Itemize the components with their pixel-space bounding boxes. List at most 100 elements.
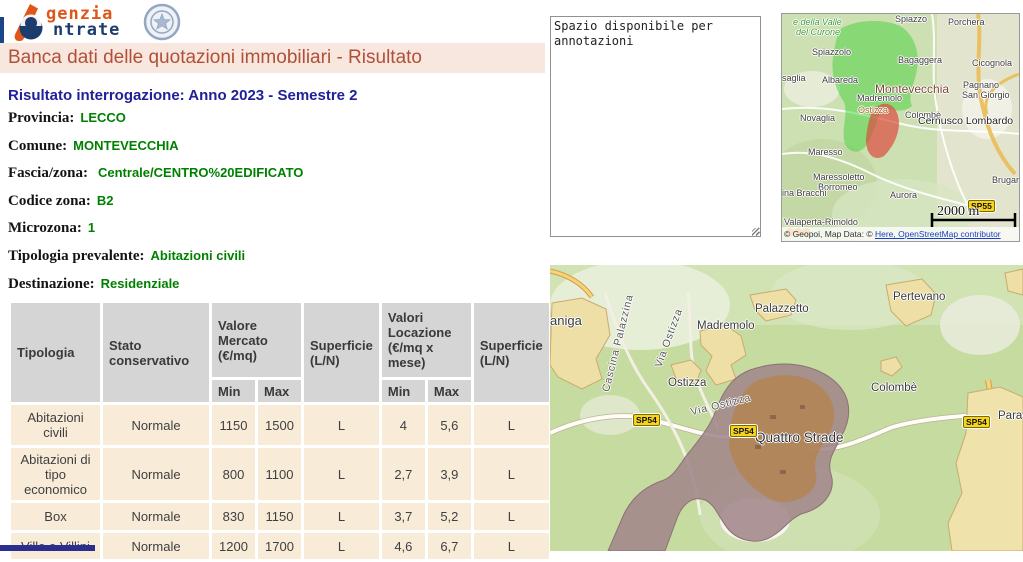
map-label: Bagaggera <box>898 55 942 65</box>
cell-vl-min: 2,7 <box>382 448 425 500</box>
cell-vm-min: 1150 <box>212 405 255 445</box>
cell-vl-max: 5,2 <box>428 503 471 530</box>
scale-label: 2000 m <box>937 204 979 220</box>
table-row: Abitazioni civili Normale 1150 1500 L 4 … <box>11 405 549 445</box>
map-label: Colombè <box>871 382 917 394</box>
field-provincia: Provincia: LECCO <box>8 110 548 138</box>
annotations-textarea[interactable]: Spazio disponibile per annotazioni <box>550 16 761 237</box>
cell-vl-max: 3,9 <box>428 448 471 500</box>
cell-vm-min: 800 <box>212 448 255 500</box>
cell-stato: Normale <box>103 405 209 445</box>
field-fascia-zona: Fascia/zona:Centrale/CENTRO%20EDIFICATO <box>8 165 548 193</box>
field-label: Destinazione: <box>8 276 95 292</box>
map-label: Ostizza <box>858 105 888 115</box>
cell-superficie-1: L <box>304 448 379 500</box>
cell-vm-max: 1700 <box>258 533 301 559</box>
field-comune: Comune: MONTEVECCHIA <box>8 138 548 166</box>
cell-superficie-1: L <box>304 405 379 445</box>
cell-vm-max: 1150 <box>258 503 301 530</box>
col-header-valori-locazione: Valori Locazione (€/mq x mese) <box>382 303 471 377</box>
map-label: Novaglia <box>800 113 835 123</box>
map-label: Palazzetto <box>755 303 809 315</box>
state-emblem-icon <box>142 2 182 42</box>
field-value: LECCO <box>80 110 126 125</box>
result-fields: Provincia: LECCO Comune: MONTEVECCHIA Fasc… <box>8 110 548 303</box>
field-label: Comune: <box>8 138 67 154</box>
map-label: Spiazzolo <box>812 47 851 57</box>
field-codice-zona: Codice zona:B2 <box>8 193 548 221</box>
cell-superficie-1: L <box>304 533 379 559</box>
overview-map[interactable]: e della Valle del Curone Spiazzo Porcher… <box>781 13 1020 242</box>
road-shield-sp54: SP54 <box>730 425 757 437</box>
cell-tipologia: Abitazioni civili <box>11 405 100 445</box>
map-label: Albareda <box>822 75 858 85</box>
cell-vl-min: 3,7 <box>382 503 425 530</box>
cell-superficie-2: L <box>474 448 549 500</box>
map-label: Cernusco Lombardo <box>918 115 1013 127</box>
field-tipologia-prevalente: Tipologia prevalente:Abitazioni civili <box>8 248 548 276</box>
field-value: Centrale/CENTRO%20EDIFICATO <box>98 165 303 180</box>
field-microzona: Microzona: 1 <box>8 220 548 248</box>
attribution-text: © Geopoi, Map Data: © <box>784 229 875 239</box>
attribution-links[interactable]: Here, OpenStreetMap contributor <box>875 229 1001 239</box>
map-label: aniga <box>550 313 582 328</box>
map-label: Quattro Strade <box>755 430 844 445</box>
map-label: Porchera <box>948 17 985 27</box>
cell-vm-min: 1200 <box>212 533 255 559</box>
field-label: Tipologia prevalente: <box>8 248 145 264</box>
map-label: del Curone <box>796 27 840 37</box>
detail-map[interactable]: aniga Cascina Palazzina Via Ostizza Madr… <box>550 265 1023 551</box>
cell-superficie-1: L <box>304 503 379 530</box>
cell-tipologia: Box <box>11 503 100 530</box>
cell-vl-max: 6,7 <box>428 533 471 559</box>
map-label: Ostizza <box>668 377 706 389</box>
field-label: Provincia: <box>8 110 74 126</box>
map-label: Pertevano <box>893 291 945 303</box>
col-header-max: Max <box>428 380 471 402</box>
agenzia-entrate-mark-icon <box>12 2 46 42</box>
field-value: 1 <box>88 220 95 235</box>
field-label: Codice zona: <box>8 193 91 209</box>
page-title: Banca dati delle quotazioni immobiliari … <box>8 47 422 68</box>
logo-word-entrate: ntrate <box>53 20 120 40</box>
map-label: e della Valle <box>793 17 842 27</box>
map-label: saglia <box>782 73 806 83</box>
col-header-min: Min <box>382 380 425 402</box>
road-shield-sp54: SP54 <box>963 416 990 428</box>
col-header-stato: Stato conservativo <box>103 303 209 402</box>
cell-stato: Normale <box>103 448 209 500</box>
map-label: Pagnano <box>963 80 999 90</box>
field-label: Microzona: <box>8 220 82 236</box>
cell-superficie-2: L <box>474 533 549 559</box>
agenzia-entrate-logo[interactable]: genzia ntrate <box>6 2 186 43</box>
field-value: MONTEVECCHIA <box>73 138 178 153</box>
col-header-superficie-2: Superficie (L/N) <box>474 303 549 402</box>
cell-vm-max: 1500 <box>258 405 301 445</box>
col-header-tipologia: Tipologia <box>11 303 100 402</box>
map-label: Madremolo <box>857 93 902 103</box>
cell-vl-min: 4,6 <box>382 533 425 559</box>
col-header-min: Min <box>212 380 255 402</box>
cell-superficie-2: L <box>474 405 549 445</box>
col-header-valore-mercato: Valore Mercato (€/mq) <box>212 303 301 377</box>
map-label: Brugar <box>992 175 1019 185</box>
map-label: Maressoletto <box>813 172 865 182</box>
bottom-partial-bar <box>0 545 95 551</box>
map-label: Aurora <box>890 190 917 200</box>
cell-vm-min: 830 <box>212 503 255 530</box>
result-title: Risultato interrogazione: Anno 2023 - Se… <box>8 87 358 104</box>
page-title-banner: Banca dati delle quotazioni immobiliari … <box>0 43 545 73</box>
map-label: Valaperta-Rimoldo <box>784 217 858 227</box>
col-header-max: Max <box>258 380 301 402</box>
textarea-resize-handle-icon[interactable] <box>752 228 761 237</box>
cell-tipologia: Abitazioni di tipo economico <box>11 448 100 500</box>
table-row: Box Normale 830 1150 L 3,7 5,2 L <box>11 503 549 530</box>
road-shield-sp54: SP54 <box>633 414 660 426</box>
cell-vm-max: 1100 <box>258 448 301 500</box>
map-label: Parav <box>998 410 1023 422</box>
table-row: Abitazioni di tipo economico Normale 800… <box>11 448 549 500</box>
cell-stato: Normale <box>103 533 209 559</box>
cell-stato: Normale <box>103 503 209 530</box>
map-label: Maresso <box>808 147 843 157</box>
map-label: ina Bracchi <box>782 188 827 198</box>
